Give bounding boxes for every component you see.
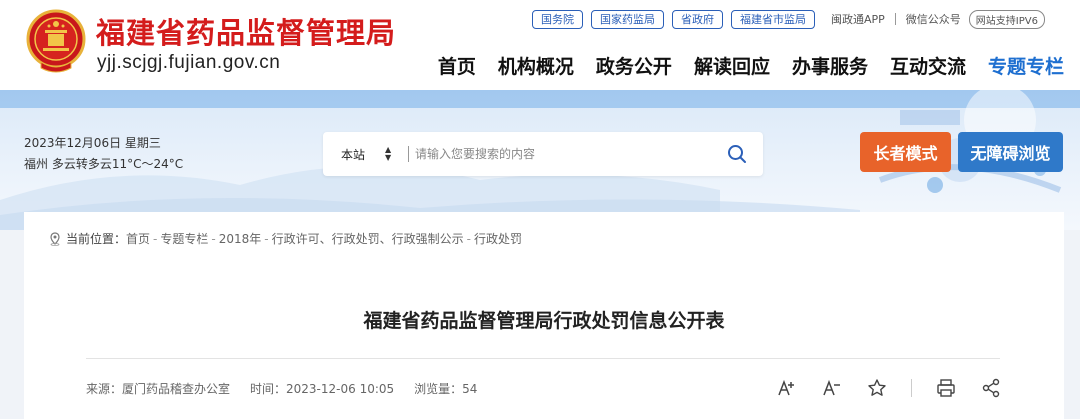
link-wechat[interactable]: 微信公众号 — [906, 11, 961, 27]
breadcrumb-penalty[interactable]: 行政处罚 — [474, 230, 522, 247]
current-date: 2023年12月06日 星期三 — [24, 136, 161, 150]
breadcrumb-separator: - — [466, 231, 471, 246]
article-tools — [753, 377, 1002, 399]
nav-interpretation[interactable]: 解读回应 — [694, 52, 770, 79]
tools-divider — [911, 379, 912, 397]
nav-services[interactable]: 办事服务 — [792, 52, 868, 79]
article-title: 福建省药品监督管理局行政处罚信息公开表 — [363, 310, 725, 332]
article-panel: 当前位置： 首页 - 专题专栏 - 2018年 - 行政许可、行政处罚、行政强制… — [24, 212, 1064, 419]
location-pin-icon — [50, 231, 60, 246]
nav-government-affairs[interactable]: 政务公开 — [596, 52, 672, 79]
banner: 2023年12月06日 星期三 福州 多云转多云11°C～24°C 本站 ▲ ▼ … — [0, 90, 1080, 230]
breadcrumb-separator: - — [211, 231, 216, 246]
top-links-divider — [894, 13, 896, 25]
breadcrumb-home[interactable]: 首页 — [126, 230, 150, 247]
nav-interaction[interactable]: 互动交流 — [890, 52, 966, 79]
ipv6-badge: 网站支持IPV6 — [968, 9, 1045, 29]
breadcrumb-label: 当前位置： — [66, 232, 127, 246]
site-domain: yjj.scjgj.fujian.gov.cn — [97, 52, 281, 73]
link-mzt-app[interactable]: 闽政通APP — [831, 11, 885, 27]
site-header: 福建省药品监督管理局 yjj.scjgj.fujian.gov.cn 国务院 国… — [0, 0, 1080, 90]
main-nav: 首页 机构概况 政务公开 解读回应 办事服务 互动交流 专题专栏 — [416, 52, 1064, 79]
breadcrumb-special-topics[interactable]: 专题专栏 — [160, 230, 208, 247]
weather-info: 福州 多云转多云11°C～24°C — [24, 157, 184, 171]
elder-mode-button[interactable]: 长者模式 — [860, 132, 951, 172]
title-divider — [86, 358, 1000, 359]
link-state-council[interactable]: 国务院 — [532, 9, 583, 29]
breadcrumb-2018[interactable]: 2018年 — [219, 230, 262, 247]
breadcrumb-separator: - — [153, 231, 158, 246]
site-title[interactable]: 福建省药品监督管理局 — [96, 10, 396, 52]
nav-special-topics[interactable]: 专题专栏 — [988, 52, 1064, 79]
link-nmpa[interactable]: 国家药监局 — [591, 9, 664, 29]
print-icon[interactable] — [935, 377, 957, 399]
scope-updown-icon: ▲ ▼ — [385, 145, 392, 162]
search-scope-select[interactable]: 本站 ▲ ▼ — [341, 132, 391, 176]
font-decrease-icon[interactable] — [821, 377, 843, 399]
breadcrumb-publicity[interactable]: 行政许可、行政处罚、行政强制公示 — [272, 230, 464, 247]
star-icon[interactable] — [866, 377, 888, 399]
nav-home[interactable]: 首页 — [438, 52, 476, 79]
breadcrumb-separator: - — [264, 231, 269, 246]
article-time: 时间：2023-12-06 10:05 — [250, 382, 395, 396]
national-emblem-logo[interactable] — [25, 6, 87, 76]
article-views: 浏览量：54 — [414, 382, 478, 396]
search-input[interactable] — [415, 140, 705, 168]
breadcrumb: 当前位置： 首页 - 专题专栏 - 2018年 - 行政许可、行政处罚、行政强制… — [48, 230, 522, 247]
article-meta: 来源：厦门药品稽查办公室 时间：2023-12-06 10:05 浏览量：54 — [86, 380, 497, 397]
link-provincial-market-supervision[interactable]: 福建省市监局 — [731, 9, 815, 29]
search-box: 本站 ▲ ▼ — [323, 132, 763, 176]
article-source: 来源：厦门药品稽查办公室 — [86, 382, 231, 396]
accessible-mode-button[interactable]: 无障碍浏览 — [958, 132, 1063, 172]
nav-organization[interactable]: 机构概况 — [498, 52, 574, 79]
font-increase-icon[interactable] — [776, 377, 798, 399]
search-scope-label: 本站 — [341, 147, 366, 162]
top-links-bar: 国务院 国家药监局 省政府 福建省市监局 闽政通APP 微信公众号 网站支持IP… — [532, 9, 1045, 29]
search-divider — [408, 146, 409, 162]
link-provincial-gov[interactable]: 省政府 — [672, 9, 723, 29]
search-icon[interactable] — [725, 142, 749, 166]
share-icon[interactable] — [980, 377, 1002, 399]
